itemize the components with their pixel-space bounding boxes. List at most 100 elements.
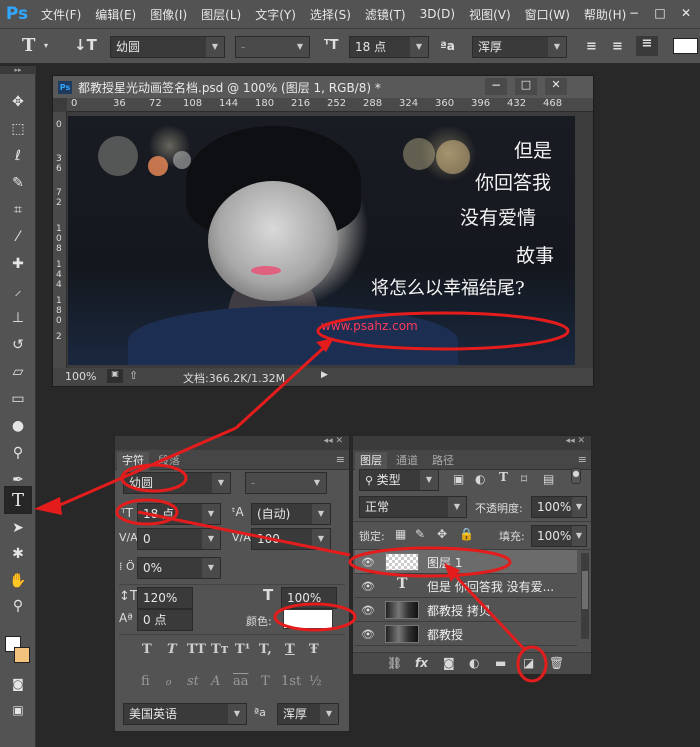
font-family-select[interactable]: 幼圆 ▼ xyxy=(110,36,225,58)
baseline-shift-input[interactable]: 0 点 xyxy=(137,609,193,631)
group-icon[interactable]: ▬ xyxy=(495,656,506,670)
zoom-tool-icon[interactable]: ⚲ xyxy=(5,594,31,618)
swash-button[interactable]: A xyxy=(211,674,220,689)
screen-mode-icon[interactable]: ▣ xyxy=(5,698,31,722)
tab-channels[interactable]: 通道 xyxy=(391,452,423,470)
opacity-input[interactable]: 100% ▼ xyxy=(531,496,587,518)
link-icon[interactable]: ⛓ xyxy=(387,656,402,670)
layer-filter-select[interactable]: ⚲ 类型 ▼ xyxy=(359,469,439,491)
fill-input[interactable]: 100% ▼ xyxy=(531,525,587,547)
tab-paths[interactable]: 路径 xyxy=(427,452,459,470)
toggle-orientation-icon[interactable]: ↓T xyxy=(74,36,97,54)
old-style-button[interactable]: ℴ xyxy=(165,674,171,689)
crop-tool-icon[interactable]: ⌗ xyxy=(5,198,31,222)
char-antialias-select[interactable]: 浑厚 ▼ xyxy=(277,703,339,725)
menu-edit[interactable]: 编辑(E) xyxy=(88,6,143,23)
zoom-value[interactable]: 100% xyxy=(65,370,96,383)
type-filter-icon[interactable]: T xyxy=(499,470,508,484)
tracking-select[interactable]: 100 ▼ xyxy=(251,528,331,550)
status-menu-arrow-icon[interactable]: ▶ xyxy=(321,370,328,380)
ordinals-button[interactable]: 1st xyxy=(281,674,301,689)
stylistic-alternates-button[interactable]: aa xyxy=(233,674,249,689)
text-color-swatch[interactable] xyxy=(673,38,698,54)
type-tool-preset-icon[interactable]: T xyxy=(22,35,35,56)
lock-pixels-icon[interactable]: ✎ xyxy=(415,527,425,541)
panel-menu-icon[interactable]: ≡ xyxy=(336,453,345,466)
titling-alternates-button[interactable]: T xyxy=(261,674,270,689)
new-layer-icon[interactable]: ◪ xyxy=(523,656,534,670)
align-center-icon[interactable]: ≡ xyxy=(612,39,623,54)
layer-name[interactable]: 都教授 xyxy=(427,626,463,643)
visibility-eye-icon[interactable]: 👁 xyxy=(361,628,375,641)
quick-select-tool-icon[interactable]: ✎ xyxy=(5,171,31,195)
layer-name[interactable]: 都教授 拷贝 xyxy=(427,602,491,619)
layer-row[interactable]: 👁 T 但是 你回答我 没有爱... xyxy=(355,574,577,598)
layers-scrollbar[interactable] xyxy=(581,553,589,639)
background-color-swatch[interactable] xyxy=(14,647,30,663)
menu-file[interactable]: 文件(F) xyxy=(34,6,88,23)
collapse-icon[interactable]: ▸▸ xyxy=(0,66,36,74)
vertical-scale-input[interactable]: 120% xyxy=(137,587,193,609)
font-style-select[interactable]: - ▼ xyxy=(235,36,310,58)
leading-select[interactable]: (自动) ▼ xyxy=(251,503,331,525)
shape-tool-icon[interactable]: ✱ xyxy=(5,542,31,566)
move-tool-icon[interactable]: ✥ xyxy=(5,90,31,114)
menu-window[interactable]: 窗口(W) xyxy=(518,6,577,23)
language-select[interactable]: 美国英语 ▼ xyxy=(123,703,247,725)
mask-icon[interactable]: ◙ xyxy=(443,656,455,670)
doc-close-icon[interactable]: ✕ xyxy=(545,78,567,95)
blend-mode-select[interactable]: 正常 ▼ xyxy=(359,496,467,518)
brush-tool-icon[interactable]: ⸝ xyxy=(5,279,31,303)
menu-image[interactable]: 图像(I) xyxy=(143,6,194,23)
align-right-icon[interactable]: ≡ xyxy=(636,36,658,56)
char-color-swatch[interactable] xyxy=(283,609,333,629)
marquee-tool-icon[interactable]: ⬚ xyxy=(5,117,31,141)
menu-type[interactable]: 文字(Y) xyxy=(248,6,303,23)
align-left-icon[interactable]: ≡ xyxy=(586,39,597,54)
small-caps-button[interactable]: Tт xyxy=(211,642,229,657)
healing-tool-icon[interactable]: ✚ xyxy=(5,252,31,276)
quick-mask-icon[interactable]: ◙ xyxy=(5,672,31,696)
kerning-select[interactable]: 0 ▼ xyxy=(137,528,221,550)
scrollbar-thumb[interactable] xyxy=(582,571,588,609)
eyedropper-tool-icon[interactable]: ⁄ xyxy=(5,225,31,249)
collapse-panel-icon[interactable]: ◂◂ ✕ xyxy=(566,436,585,446)
path-select-tool-icon[interactable]: ➤ xyxy=(5,516,31,540)
menu-filter[interactable]: 滤镜(T) xyxy=(358,6,413,23)
type-tool-icon[interactable]: T xyxy=(4,486,32,514)
hand-tool-icon[interactable]: ✋ xyxy=(5,569,31,593)
superscript-button[interactable]: T¹ xyxy=(235,642,250,657)
layer-row-selected[interactable]: 👁 图层 1 xyxy=(355,550,577,574)
fractions-button[interactable]: ½ xyxy=(309,674,322,689)
filter-toggle-icon[interactable]: ● xyxy=(571,468,581,484)
tab-paragraph[interactable]: 段落 xyxy=(153,452,185,470)
faux-italic-button[interactable]: T xyxy=(167,642,177,657)
shape-filter-icon[interactable]: ⌑ xyxy=(521,472,527,486)
pixel-filter-icon[interactable]: ▣ xyxy=(453,472,464,486)
visibility-eye-icon[interactable]: 👁 xyxy=(361,604,375,617)
stamp-tool-icon[interactable]: ⊥ xyxy=(5,306,31,330)
discretionary-ligature-button[interactable]: st xyxy=(187,674,199,689)
visibility-eye-icon[interactable]: 👁 xyxy=(361,556,375,569)
eraser-tool-icon[interactable]: ▱ xyxy=(5,360,31,384)
menu-select[interactable]: 选择(S) xyxy=(303,6,358,23)
tsume-select[interactable]: 0% ▼ xyxy=(137,557,221,579)
ligature-button[interactable]: fi xyxy=(141,674,150,689)
share-icon[interactable]: ⇧ xyxy=(129,369,138,382)
lock-all-icon[interactable]: 🔒 xyxy=(459,527,474,541)
collapse-panel-icon[interactable]: ◂◂ ✕ xyxy=(324,436,343,446)
char-font-family-select[interactable]: 幼圆 ▼ xyxy=(123,472,231,494)
smart-object-filter-icon[interactable]: ▤ xyxy=(543,472,554,486)
tab-layers[interactable]: 图层 xyxy=(355,452,387,470)
dodge-tool-icon[interactable]: ⚲ xyxy=(5,441,31,465)
underline-button[interactable]: T xyxy=(285,642,295,657)
menu-layer[interactable]: 图层(L) xyxy=(194,6,248,23)
layer-name[interactable]: 图层 1 xyxy=(427,554,462,571)
chevron-down-icon[interactable]: ▾ xyxy=(44,41,48,50)
adjustment-icon[interactable]: ◐ xyxy=(469,656,479,670)
adjustment-filter-icon[interactable]: ◐ xyxy=(475,472,485,486)
maximize-icon[interactable]: □ xyxy=(650,4,670,22)
horizontal-scale-input[interactable]: 100% xyxy=(281,587,337,609)
layer-name[interactable]: 但是 你回答我 没有爱... xyxy=(427,578,554,595)
faux-bold-button[interactable]: T xyxy=(142,642,152,657)
